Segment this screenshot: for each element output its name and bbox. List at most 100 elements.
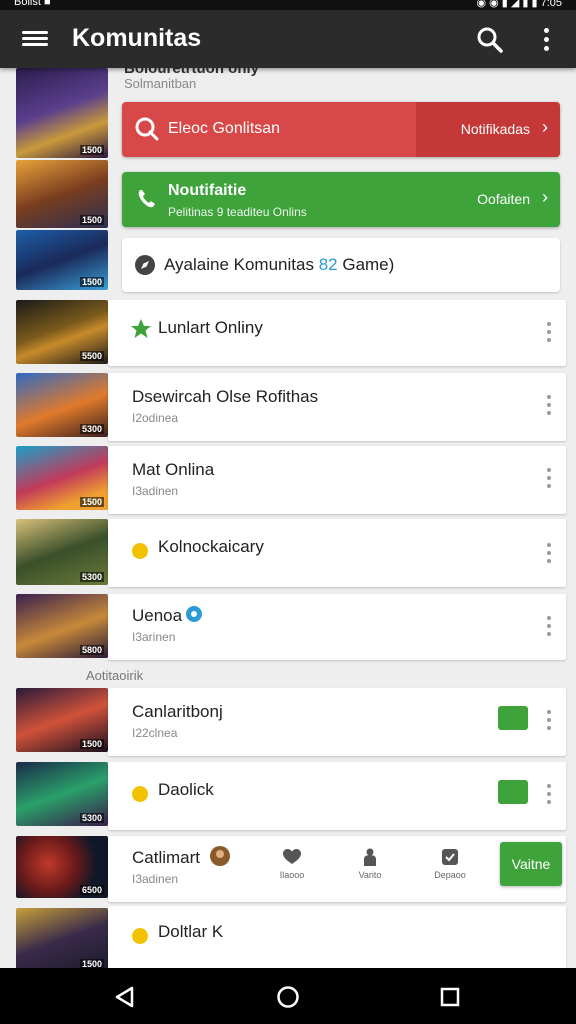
community-card[interactable]: Dsewircah Olse Rofithas I2odinea: [108, 373, 566, 441]
chevron-right-icon: ›: [542, 117, 548, 137]
person-icon: [364, 848, 376, 866]
verified-badge-icon: [186, 606, 202, 622]
chevron-right-icon: ›: [542, 187, 548, 207]
community-name: Uenoa: [132, 606, 183, 625]
available-label: Ayalaine Komunitas: [164, 255, 314, 274]
thumbnail-tag: 5300: [79, 424, 104, 434]
heart-chat-icon: [283, 849, 301, 864]
system-nav-bar: [0, 968, 576, 1024]
game-controller-icon[interactable]: [498, 780, 528, 804]
badge-icon: [442, 849, 458, 865]
banner-subtitle: Pelitinas 9 teaditeu Onlins: [168, 205, 307, 219]
game-thumbnail[interactable]: 6500: [16, 836, 108, 898]
community-subtitle: I3adinen: [132, 872, 179, 886]
community-name: Canlaritbonj: [132, 702, 223, 721]
status-dot-icon: [132, 928, 148, 944]
mini-nav-label: Ilaooo: [279, 870, 305, 880]
game-thumbnail[interactable]: 5300: [16, 519, 108, 585]
game-thumbnail[interactable]: 5800: [16, 594, 108, 658]
thumbnail-tag: 5500: [79, 351, 104, 361]
community-card[interactable]: Lunlart Onliny: [108, 300, 566, 366]
more-options-icon[interactable]: [546, 322, 552, 346]
thumbnail-tag: 1500: [79, 739, 104, 749]
section-label: Aotitaoirik: [86, 668, 144, 683]
community-name: Kolnockaicary: [158, 537, 264, 556]
search-icon[interactable]: [476, 26, 504, 54]
notification-banner-green[interactable]: Noutifaitie Pelitinas 9 teaditeu Onlins …: [122, 172, 560, 227]
join-button[interactable]: Vaitne: [500, 842, 562, 886]
community-subtitle: I22clnea: [132, 726, 178, 740]
community-list[interactable]: 1500 1500 1500 Bolouretrtuon only Solman…: [0, 68, 576, 968]
thumbnail-tag: 1500: [79, 497, 104, 507]
thumbnail-tag: 5300: [79, 572, 104, 582]
back-icon[interactable]: [112, 984, 138, 1010]
mini-nav-item[interactable]: Ilaooo: [262, 848, 322, 880]
search-icon: [135, 117, 159, 141]
game-thumbnail[interactable]: 5300: [16, 762, 108, 826]
community-subtitle: I3adinen: [132, 484, 179, 498]
thumbnail-tag: 5800: [79, 645, 104, 655]
star-icon: [131, 319, 151, 338]
game-controller-icon[interactable]: [498, 706, 528, 730]
banner-title: Noutifaitie: [168, 182, 247, 199]
thumbnail-tag: 1500: [79, 959, 104, 968]
more-options-icon[interactable]: [546, 616, 552, 640]
game-thumbnail[interactable]: 5300: [16, 373, 108, 437]
community-name: Lunlart Onliny: [158, 318, 263, 337]
mini-nav-item[interactable]: Depaoo: [420, 848, 480, 880]
more-options-icon[interactable]: [546, 543, 552, 567]
community-name: Mat Onlina: [132, 460, 215, 479]
mini-nav: Ilaooo Varito Depaoo: [254, 838, 494, 898]
available-suffix: Game): [342, 255, 395, 274]
phone-icon: [138, 190, 155, 208]
game-thumbnail[interactable]: 1500: [16, 68, 108, 158]
thumbnail-tag: 5300: [79, 813, 104, 823]
community-card[interactable]: Kolnockaicary: [108, 519, 566, 587]
status-dot-icon: [132, 786, 148, 802]
banner-action-label: Notifikadas: [460, 121, 530, 137]
thumbnail-tag: 6500: [79, 885, 104, 895]
game-thumbnail[interactable]: 1500: [16, 908, 108, 968]
notification-banner-red[interactable]: Eleoc Gonlitsan Notifikadas ›: [122, 102, 560, 157]
game-thumbnail[interactable]: 1500: [16, 160, 108, 228]
available-count: 82: [318, 255, 338, 274]
community-name: Dsewircah Olse Rofithas: [132, 387, 319, 406]
status-dot-icon: [132, 543, 148, 559]
game-thumbnail[interactable]: 1500: [16, 230, 108, 290]
mini-nav-label: Varito: [358, 870, 382, 880]
status-left: Bolist ■: [14, 0, 51, 8]
community-name: Catlimart: [132, 848, 201, 867]
community-card[interactable]: Canlaritbonj I22clnea: [108, 688, 566, 756]
available-communities-row[interactable]: Ayalaine Komunitas 82 Game): [122, 238, 560, 292]
compass-icon: [135, 255, 155, 275]
mini-nav-item[interactable]: Varito: [340, 848, 400, 880]
home-icon[interactable]: [275, 984, 301, 1010]
overflow-menu-icon[interactable]: [536, 26, 556, 54]
thumbnail-tag: 1500: [79, 277, 104, 287]
banner-action-label: Oofaiten: [477, 191, 530, 207]
game-thumbnail[interactable]: 5500: [16, 300, 108, 364]
community-subtitle: I3arinen: [132, 630, 176, 644]
banner-label: Eleoc Gonlitsan: [168, 120, 281, 137]
community-card[interactable]: Uenoa I3arinen: [108, 594, 566, 660]
community-card[interactable]: Daolick: [108, 762, 566, 830]
recents-icon[interactable]: [437, 984, 463, 1010]
thumbnail-tag: 1500: [79, 215, 104, 225]
community-subtitle: I2odinea: [132, 411, 179, 425]
available-communities-text: Ayalaine Komunitas 82 Game): [164, 255, 394, 275]
more-options-icon[interactable]: [546, 710, 552, 734]
more-options-icon[interactable]: [546, 468, 552, 492]
community-card[interactable]: Mat Onlina I3adinen: [108, 446, 566, 514]
community-name: Doltlar K: [158, 922, 224, 941]
status-right: ◉ ◉ ▮ ◢ ▮ ▮ 7:05: [476, 0, 562, 9]
avatar: [210, 846, 230, 866]
app-bar: Komunitas: [0, 10, 576, 68]
community-card[interactable]: Doltlar K: [108, 906, 566, 968]
more-options-icon[interactable]: [546, 395, 552, 419]
game-thumbnail[interactable]: 1500: [16, 688, 108, 752]
status-bar: Bolist ■ ◉ ◉ ▮ ◢ ▮ ▮ 7:05: [0, 0, 576, 10]
game-thumbnail[interactable]: 1500: [16, 446, 108, 510]
menu-icon[interactable]: [22, 28, 48, 50]
more-options-icon[interactable]: [546, 784, 552, 808]
thumbnail-tag: 1500: [79, 145, 104, 155]
